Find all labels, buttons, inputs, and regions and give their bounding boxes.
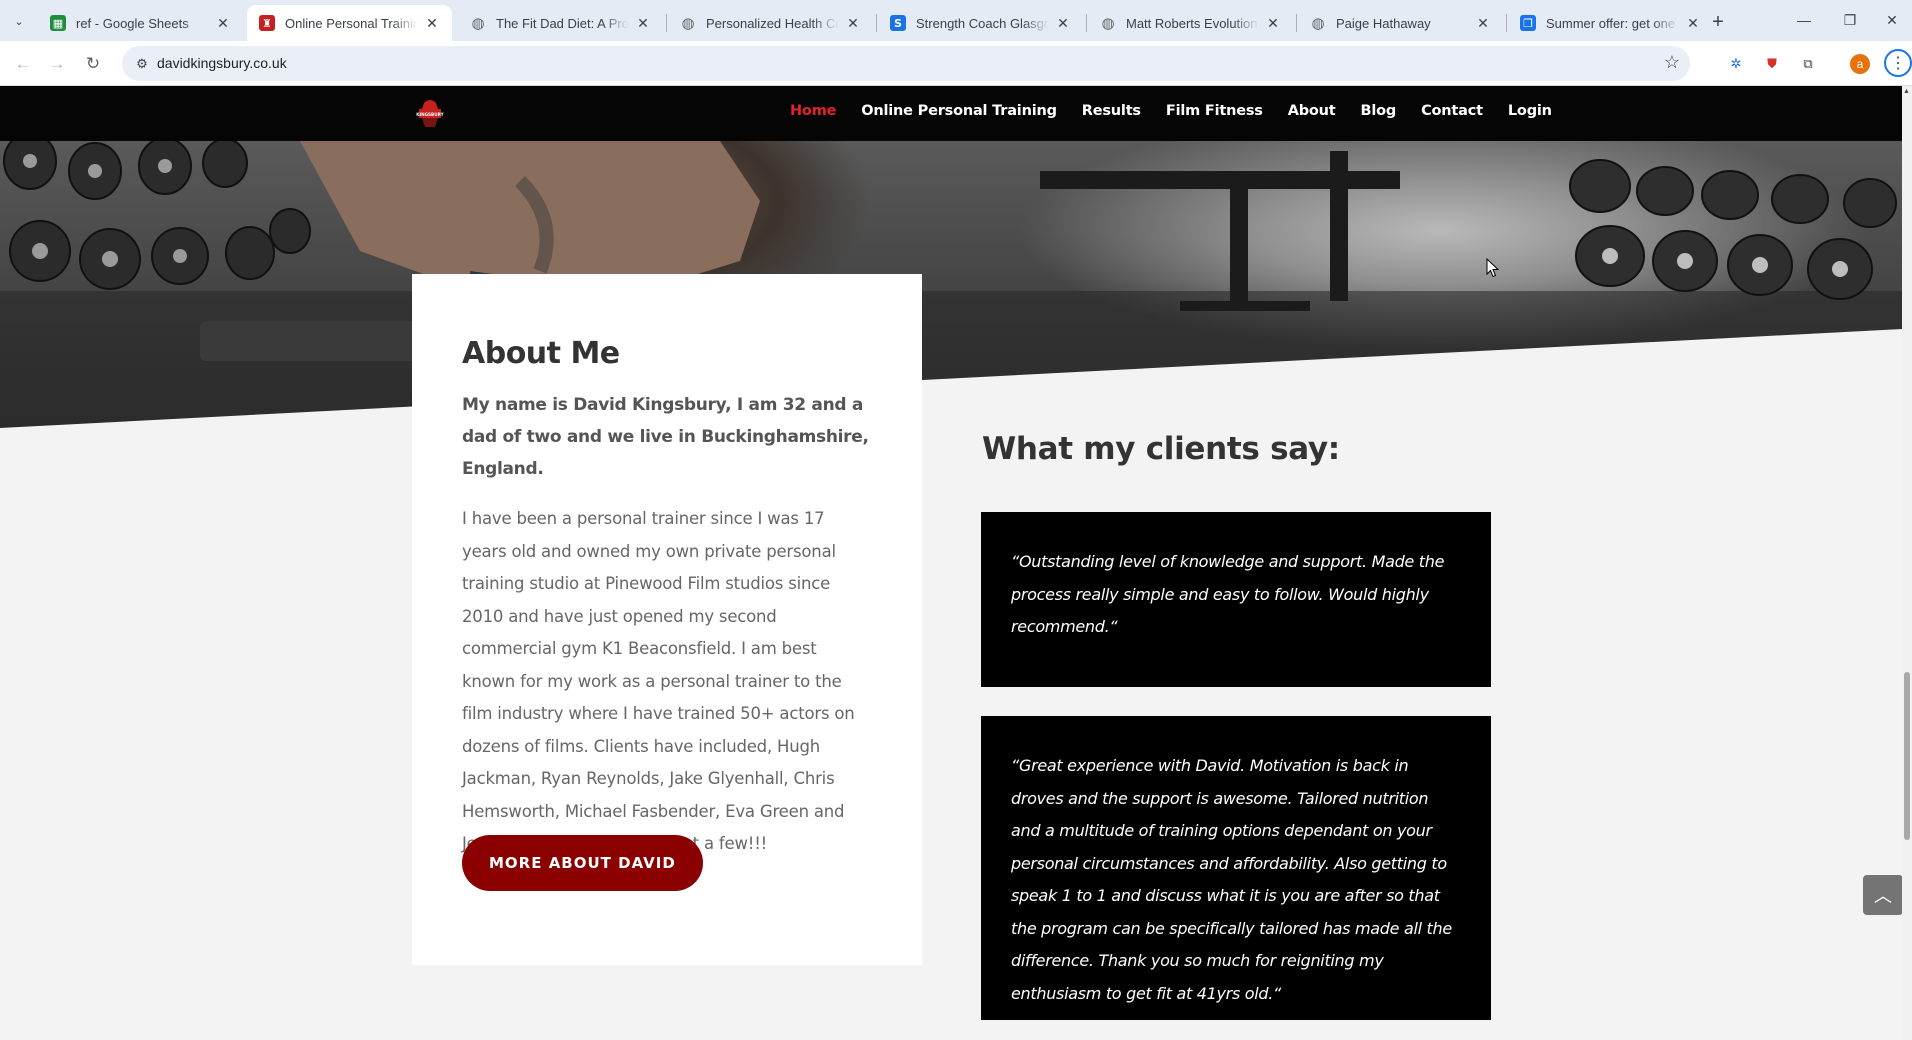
tab-title: ref - Google Sheets <box>76 15 189 31</box>
tab-title: Paige Hathaway <box>1336 15 1431 31</box>
tab-close-icon[interactable]: ✕ <box>1265 15 1281 32</box>
svg-text:KINGSBURY: KINGSBURY <box>416 112 444 117</box>
extension-globe-icon[interactable]: ✲ <box>1726 54 1746 74</box>
site-info-icon[interactable]: ⚙ <box>132 54 152 74</box>
tab-separator <box>1506 14 1507 32</box>
extensions-puzzle-icon[interactable]: ⧉ <box>1798 54 1818 74</box>
tab-separator <box>1296 14 1297 32</box>
more-about-david-button[interactable]: MORE ABOUT DAVID <box>462 835 703 891</box>
new-tab-button[interactable]: + <box>1704 8 1732 36</box>
s-icon: S <box>890 15 906 31</box>
about-lead: My name is David Kingsbury, I am 32 and … <box>462 395 869 479</box>
browser-tab[interactable]: S Strength Coach Glasgow ✕ <box>878 5 1083 41</box>
tab-title: The Fit Dad Diet: A Proven <box>496 15 629 31</box>
nav-link-home[interactable]: Home <box>790 103 836 119</box>
minimize-icon[interactable]: — <box>1784 6 1824 34</box>
browser-toolbar: ← → ↻ ⚙ davidkingsbury.co.uk ☆ ✲ ⛊ ⧉ a ⋮ <box>0 41 1912 86</box>
extension-shield-icon[interactable]: ⛊ <box>1762 54 1782 74</box>
url-text: davidkingsbury.co.uk <box>157 55 287 71</box>
clients-title: What my clients say: <box>982 431 1340 467</box>
browser-tab[interactable]: ◍ Matt Roberts Evolution | V ✕ <box>1088 5 1293 41</box>
kingsbury-logo[interactable]: KINGSBURY <box>414 97 446 129</box>
about-body: I have been a personal trainer since I w… <box>462 509 855 853</box>
chevron-up-icon: ︿ <box>1874 886 1892 906</box>
browser-tab[interactable]: ◍ The Fit Dad Diet: A Proven ✕ <box>458 5 663 41</box>
about-card: About Me My name is David Kingsbury, I a… <box>412 274 922 965</box>
browser-tab[interactable]: ▦ ref - Google Sheets ✕ <box>38 5 243 41</box>
address-bar[interactable]: ⚙ davidkingsbury.co.uk ☆ <box>122 46 1690 81</box>
site-nav-menu: Home Online Personal Training Results Film … <box>790 103 1577 119</box>
nav-link-contact[interactable]: Contact <box>1421 103 1483 119</box>
tab-title: Matt Roberts Evolution | V <box>1126 15 1259 31</box>
nav-link-login[interactable]: Login <box>1508 103 1552 119</box>
browser-tab[interactable]: ◍ Personalized Health Coach ✕ <box>668 5 873 41</box>
tab-title: Personalized Health Coach <box>706 15 839 31</box>
nav-link-online-personal-training[interactable]: Online Personal Training <box>861 103 1057 119</box>
tab-search-chevron-icon[interactable]: ⌄ <box>8 10 30 32</box>
sheets-icon: ▦ <box>50 15 66 31</box>
globe-icon: ◍ <box>1311 14 1325 32</box>
globe-icon: ◍ <box>471 14 485 32</box>
about-title: About Me <box>462 336 620 371</box>
browser-tab[interactable]: ❐ Summer offer: get one mo ✕ <box>1508 5 1713 41</box>
reload-icon[interactable]: ↻ <box>78 49 108 79</box>
tab-close-icon[interactable]: ✕ <box>424 15 440 32</box>
tab-title: Summer offer: get one mo <box>1546 15 1679 31</box>
tab-close-icon[interactable]: ✕ <box>215 15 231 32</box>
tab-separator <box>1086 14 1087 32</box>
back-icon[interactable]: ← <box>8 49 38 79</box>
tab-close-icon[interactable]: ✕ <box>635 15 651 32</box>
mouse-cursor-icon <box>1486 258 1500 278</box>
scrollbar-thumb[interactable] <box>1904 672 1910 840</box>
scroll-up-arrow-icon[interactable]: ▲ <box>1903 88 1910 95</box>
nav-link-about[interactable]: About <box>1288 103 1336 119</box>
web-page: KINGSBURY Home Online Personal Training Re… <box>0 86 1902 1040</box>
browser-tab[interactable]: ♜ Online Personal Training & ✕ <box>247 5 452 41</box>
browser-menu-icon[interactable]: ⋮ <box>1884 49 1912 77</box>
testimonial-quote: “Outstanding level of knowledge and supp… <box>981 512 1491 687</box>
tab-title: Online Personal Training & <box>285 15 418 31</box>
tab-close-icon[interactable]: ✕ <box>1685 15 1701 32</box>
nav-link-blog[interactable]: Blog <box>1361 103 1397 119</box>
forward-icon[interactable]: → <box>42 49 72 79</box>
nav-link-film-fitness[interactable]: Film Fitness <box>1166 103 1263 119</box>
tab-close-icon[interactable]: ✕ <box>1055 15 1071 32</box>
dk-logo-icon: ♜ <box>259 15 275 31</box>
browser-tab-bar: ⌄ ▦ ref - Google Sheets ✕ ♜ Online Personal … <box>0 0 1912 41</box>
page-scrollbar[interactable] <box>1902 86 1912 1040</box>
globe-icon: ◍ <box>1101 14 1115 32</box>
tab-title: Strength Coach Glasgow <box>916 15 1049 31</box>
back-to-top-button[interactable]: ︿ <box>1863 875 1902 915</box>
site-header: KINGSBURY Home Online Personal Training Re… <box>0 86 1902 141</box>
profile-avatar[interactable]: a <box>1850 54 1870 74</box>
restore-icon[interactable]: ❐ <box>1830 6 1870 34</box>
close-window-icon[interactable]: ✕ <box>1872 6 1912 34</box>
testimonial-quote: “Great experience with David. Motivation… <box>981 716 1491 1020</box>
hero-gym-image <box>0 141 1902 516</box>
tab-separator <box>666 14 667 32</box>
offer-icon: ❐ <box>1520 15 1536 31</box>
globe-icon: ◍ <box>681 14 695 32</box>
browser-tab[interactable]: ◍ Paige Hathaway ✕ <box>1298 5 1503 41</box>
bookmark-star-icon[interactable]: ☆ <box>1664 52 1680 73</box>
nav-link-results[interactable]: Results <box>1082 103 1141 119</box>
tab-separator <box>876 14 877 32</box>
tab-close-icon[interactable]: ✕ <box>1475 15 1491 32</box>
gym-scene-illustration <box>0 141 1902 516</box>
tab-close-icon[interactable]: ✕ <box>845 15 861 32</box>
